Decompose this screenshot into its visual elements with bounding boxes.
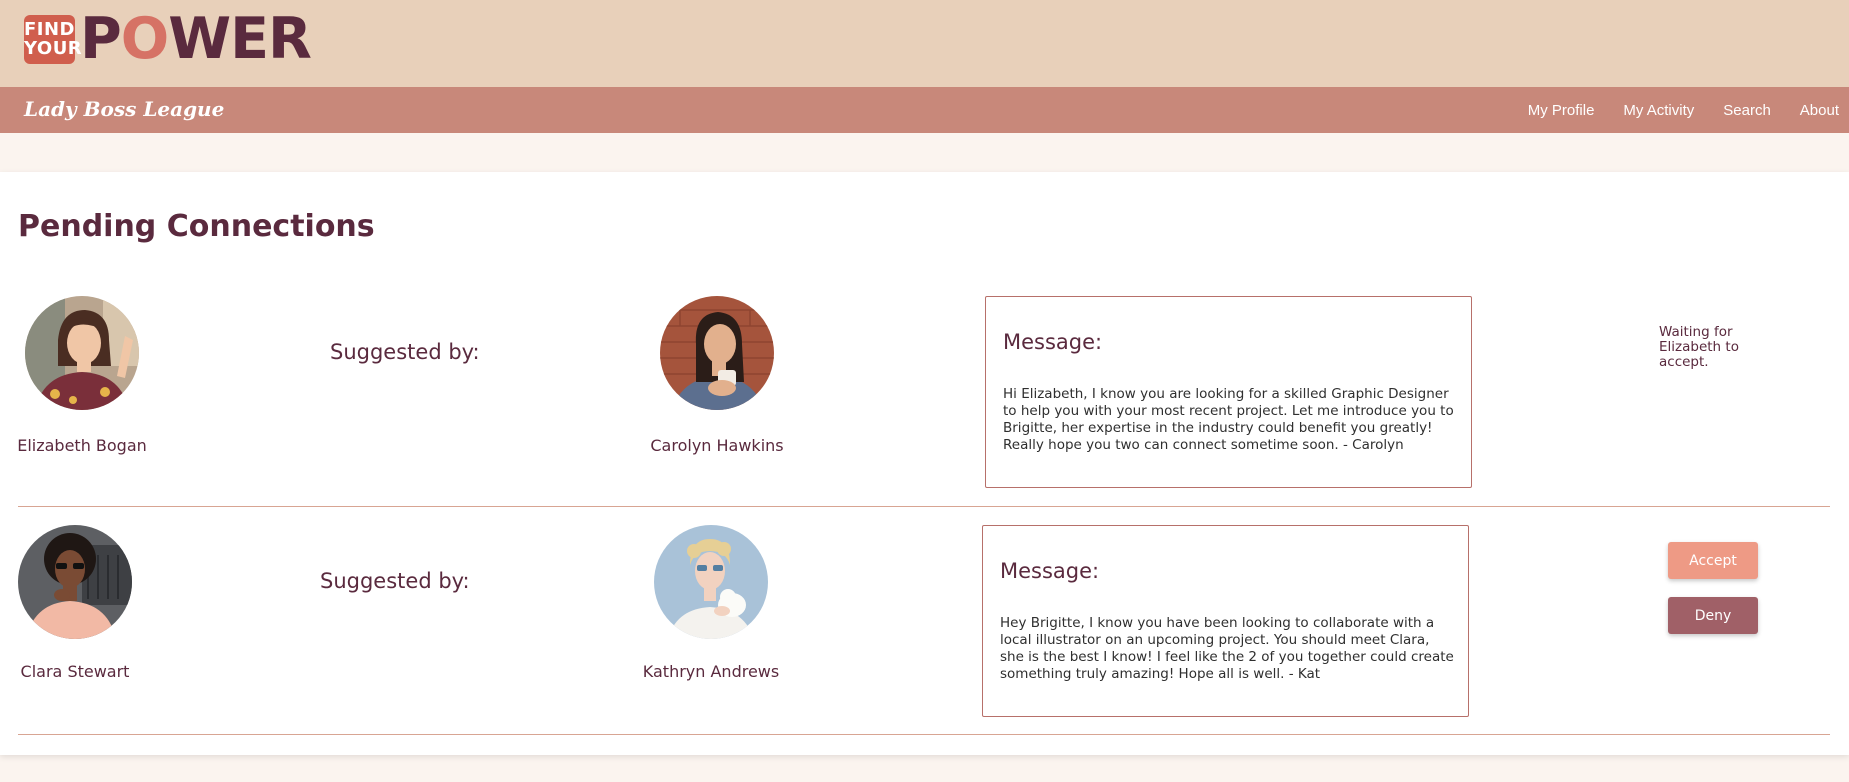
nav-search[interactable]: Search [1723,102,1771,119]
person-name[interactable]: Elizabeth Bogan [17,436,147,455]
avatar-elizabeth-bogan[interactable] [25,296,139,410]
waiting-status: Waiting for Elizabeth to accept. [1659,324,1739,370]
nav-links: My Profile My Activity Search About [1499,87,1839,133]
person-name[interactable]: Carolyn Hawkins [650,436,783,455]
message-heading: Message: [1000,559,1100,583]
nav-bar: Lady Boss League My Profile My Activity … [0,87,1849,133]
avatar-kathryn-andrews[interactable] [654,525,768,639]
header-banner: FIND YOUR POWER [0,0,1849,87]
avatar-carolyn-hawkins[interactable] [660,296,774,410]
message-text: Hey Brigitte, I know you have been looki… [1000,615,1454,682]
nav-my-activity[interactable]: My Activity [1623,102,1694,119]
message-heading: Message: [1003,330,1103,354]
brand-name[interactable]: Lady Boss League [24,97,224,121]
connection-row: Clara Stewart Suggested by: Kathryn Andr… [0,525,1849,734]
avatar-clara-stewart[interactable] [18,525,132,639]
nav-my-profile[interactable]: My Profile [1528,102,1595,119]
logo-o-pin-icon: O [120,6,169,72]
message-box: Message: Hey Brigitte, I know you have b… [982,525,1469,717]
logo-your-text: YOUR [24,38,83,59]
person-name[interactable]: Clara Stewart [21,662,130,681]
logo-wer: WER [168,6,312,72]
nav-about[interactable]: About [1800,102,1839,119]
pending-connections-card: Pending Connections Elizabeth Bogan Sugg… [0,172,1849,755]
person-name[interactable]: Kathryn Andrews [643,662,779,681]
row-divider [18,506,1830,507]
logo-badge: FIND YOUR [24,14,83,64]
row-divider [18,734,1830,735]
connection-row: Elizabeth Bogan Suggested by: Carolyn Ha… [0,296,1849,499]
find-your-power-logo[interactable]: FIND YOUR POWER [24,11,312,68]
suggested-by-label: Suggested by: [320,569,470,593]
message-text: Hi Elizabeth, I know you are looking for… [1003,386,1454,453]
deny-button[interactable]: Deny [1668,597,1758,634]
logo-find-text: FIND [24,19,75,40]
page-title: Pending Connections [18,209,375,244]
logo-wordmark: POWER [80,11,312,68]
logo-p: P [80,6,122,72]
suggested-by-label: Suggested by: [330,340,480,364]
accept-button[interactable]: Accept [1668,542,1758,579]
message-box: Message: Hi Elizabeth, I know you are lo… [985,296,1472,488]
